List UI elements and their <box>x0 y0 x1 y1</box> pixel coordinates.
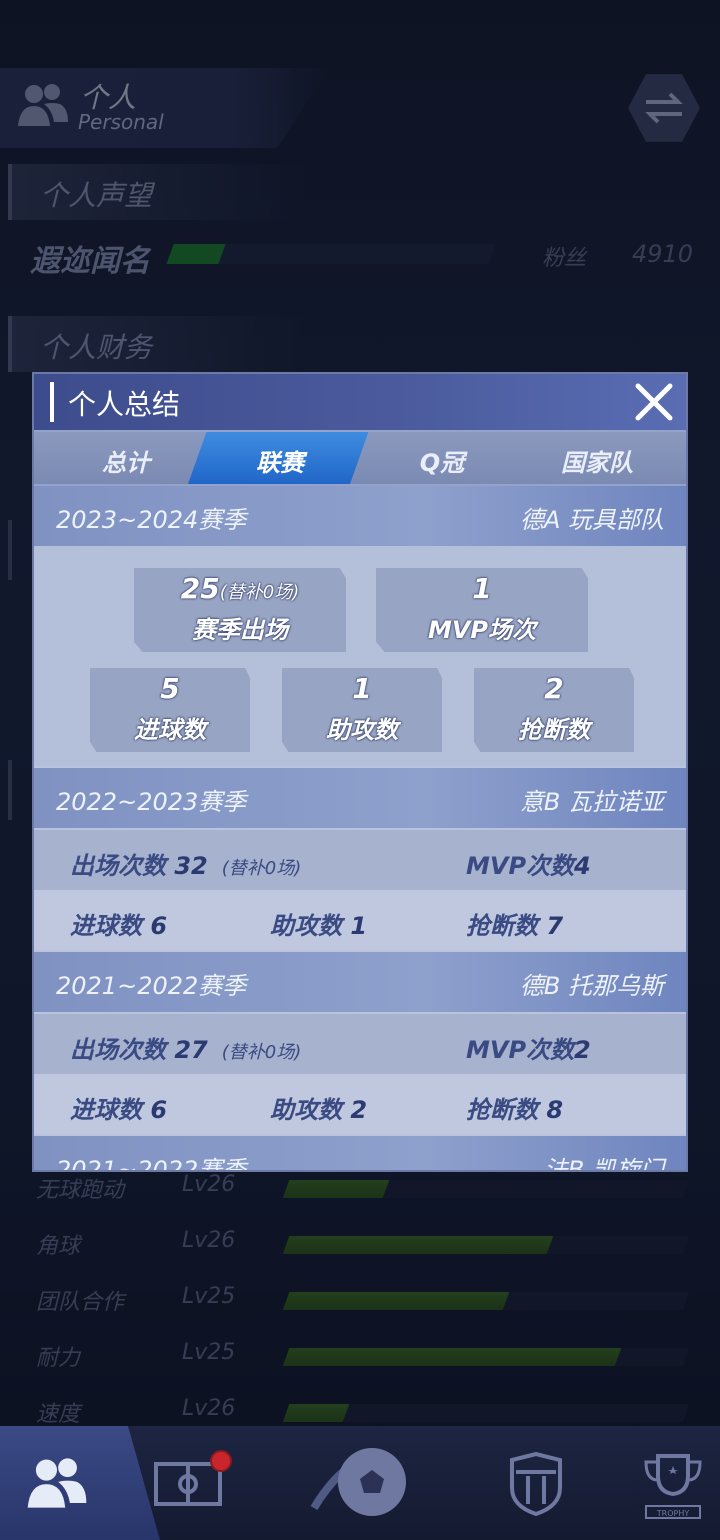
season-name: 2021~2022赛季 <box>56 1156 247 1172</box>
season-header: 2023~2024赛季 德A 玩具部队 <box>34 486 686 546</box>
goals-stat: 进球数 6 <box>70 912 168 940</box>
goals-value: 5 <box>160 672 180 705</box>
tab-bar: 总计 联赛 Q冠 国家队 <box>34 430 686 486</box>
goals-card: 5 进球数 <box>90 668 250 752</box>
season-stat-row: 进球数 6 助攻数 2 抢断数 8 <box>34 1074 686 1134</box>
season-team: 德B 托那乌斯 <box>519 972 664 1000</box>
appearances-card: 25(替补0场) 赛季出场 <box>134 568 346 652</box>
season-team: 意B 瓦拉诺亚 <box>519 788 664 816</box>
tackles-card: 2 抢断数 <box>474 668 634 752</box>
mvp-stat: MVP次数4 <box>466 852 591 880</box>
tackles-stat: 抢断数 7 <box>466 912 564 940</box>
appearances-stat: 出场次数 32 (替补0场) <box>70 852 302 880</box>
nav-tactics[interactable] <box>150 1426 240 1540</box>
mvp-stat: MVP次数2 <box>466 1036 591 1064</box>
ball-icon <box>310 1448 406 1516</box>
season-name: 2021~2022赛季 <box>56 972 247 1000</box>
nav-personal[interactable] <box>0 1426 160 1540</box>
season-team: 法B 凯旋门 <box>543 1156 664 1172</box>
season-header: 2021~2022赛季 德B 托那乌斯 <box>34 952 686 1012</box>
svg-text:TROPHY: TROPHY <box>656 1509 690 1518</box>
tab-total[interactable]: 总计 <box>34 432 218 484</box>
mvp-label: MVP场次 <box>427 616 537 644</box>
season-header: 2022~2023赛季 意B 瓦拉诺亚 <box>34 768 686 828</box>
season-stat-row: 进球数 6 助攻数 1 抢断数 7 <box>34 890 686 950</box>
people-icon <box>27 1458 87 1508</box>
season-stat-row: 出场次数 32 (替补0场) MVP次数4 <box>34 830 686 890</box>
appearances-sub: (替补0场) <box>219 582 300 603</box>
nav-trophy[interactable]: TROPHY <box>630 1426 720 1540</box>
season-name: 2023~2024赛季 <box>56 506 247 534</box>
season-stat-row: 出场次数 27 (替补0场) MVP次数2 <box>34 1014 686 1074</box>
assists-stat: 助攻数 2 <box>270 1096 368 1124</box>
title-accent <box>50 382 54 422</box>
season-team: 德A 玩具部队 <box>519 506 664 534</box>
nav-club[interactable] <box>496 1426 576 1540</box>
personal-summary-modal: 个人总结 总计 联赛 Q冠 国家队 2023~2024赛季 德A 玩具部队 25… <box>32 372 688 1172</box>
assists-stat: 助攻数 1 <box>270 912 368 940</box>
modal-titlebar: 个人总结 <box>34 374 686 430</box>
tab-q-cup[interactable]: Q冠 <box>350 432 534 484</box>
assists-value: 1 <box>352 672 372 705</box>
tab-league[interactable]: 联赛 <box>188 432 372 484</box>
appearances-value: 25 <box>180 572 220 605</box>
goals-label: 进球数 <box>134 716 206 744</box>
tackles-stat: 抢断数 8 <box>466 1096 564 1124</box>
mvp-card: 1 MVP场次 <box>376 568 588 652</box>
season-header: 2021~2022赛季 法B 凯旋门 <box>34 1136 686 1172</box>
season-name: 2022~2023赛季 <box>56 788 247 816</box>
bottom-nav: TROPHY <box>0 1426 720 1540</box>
notification-badge <box>210 1450 232 1472</box>
close-icon[interactable] <box>634 382 674 422</box>
appearances-stat: 出场次数 27 (替补0场) <box>70 1036 302 1064</box>
assists-card: 1 助攻数 <box>282 668 442 752</box>
shield-icon <box>510 1452 562 1516</box>
tackles-value: 2 <box>544 672 564 705</box>
assists-label: 助攻数 <box>326 716 398 744</box>
appearances-label: 赛季出场 <box>192 616 288 644</box>
trophy-icon: TROPHY <box>644 1454 702 1519</box>
modal-title: 个人总结 <box>68 388 181 421</box>
mvp-value: 1 <box>472 572 492 605</box>
nav-match[interactable] <box>300 1426 420 1540</box>
tab-national-team[interactable]: 国家队 <box>506 432 686 484</box>
season-stats-list[interactable]: 2023~2024赛季 德A 玩具部队 25(替补0场) 赛季出场 1 MVP场… <box>34 486 686 1172</box>
goals-stat: 进球数 6 <box>70 1096 168 1124</box>
tackles-label: 抢断数 <box>518 716 590 744</box>
